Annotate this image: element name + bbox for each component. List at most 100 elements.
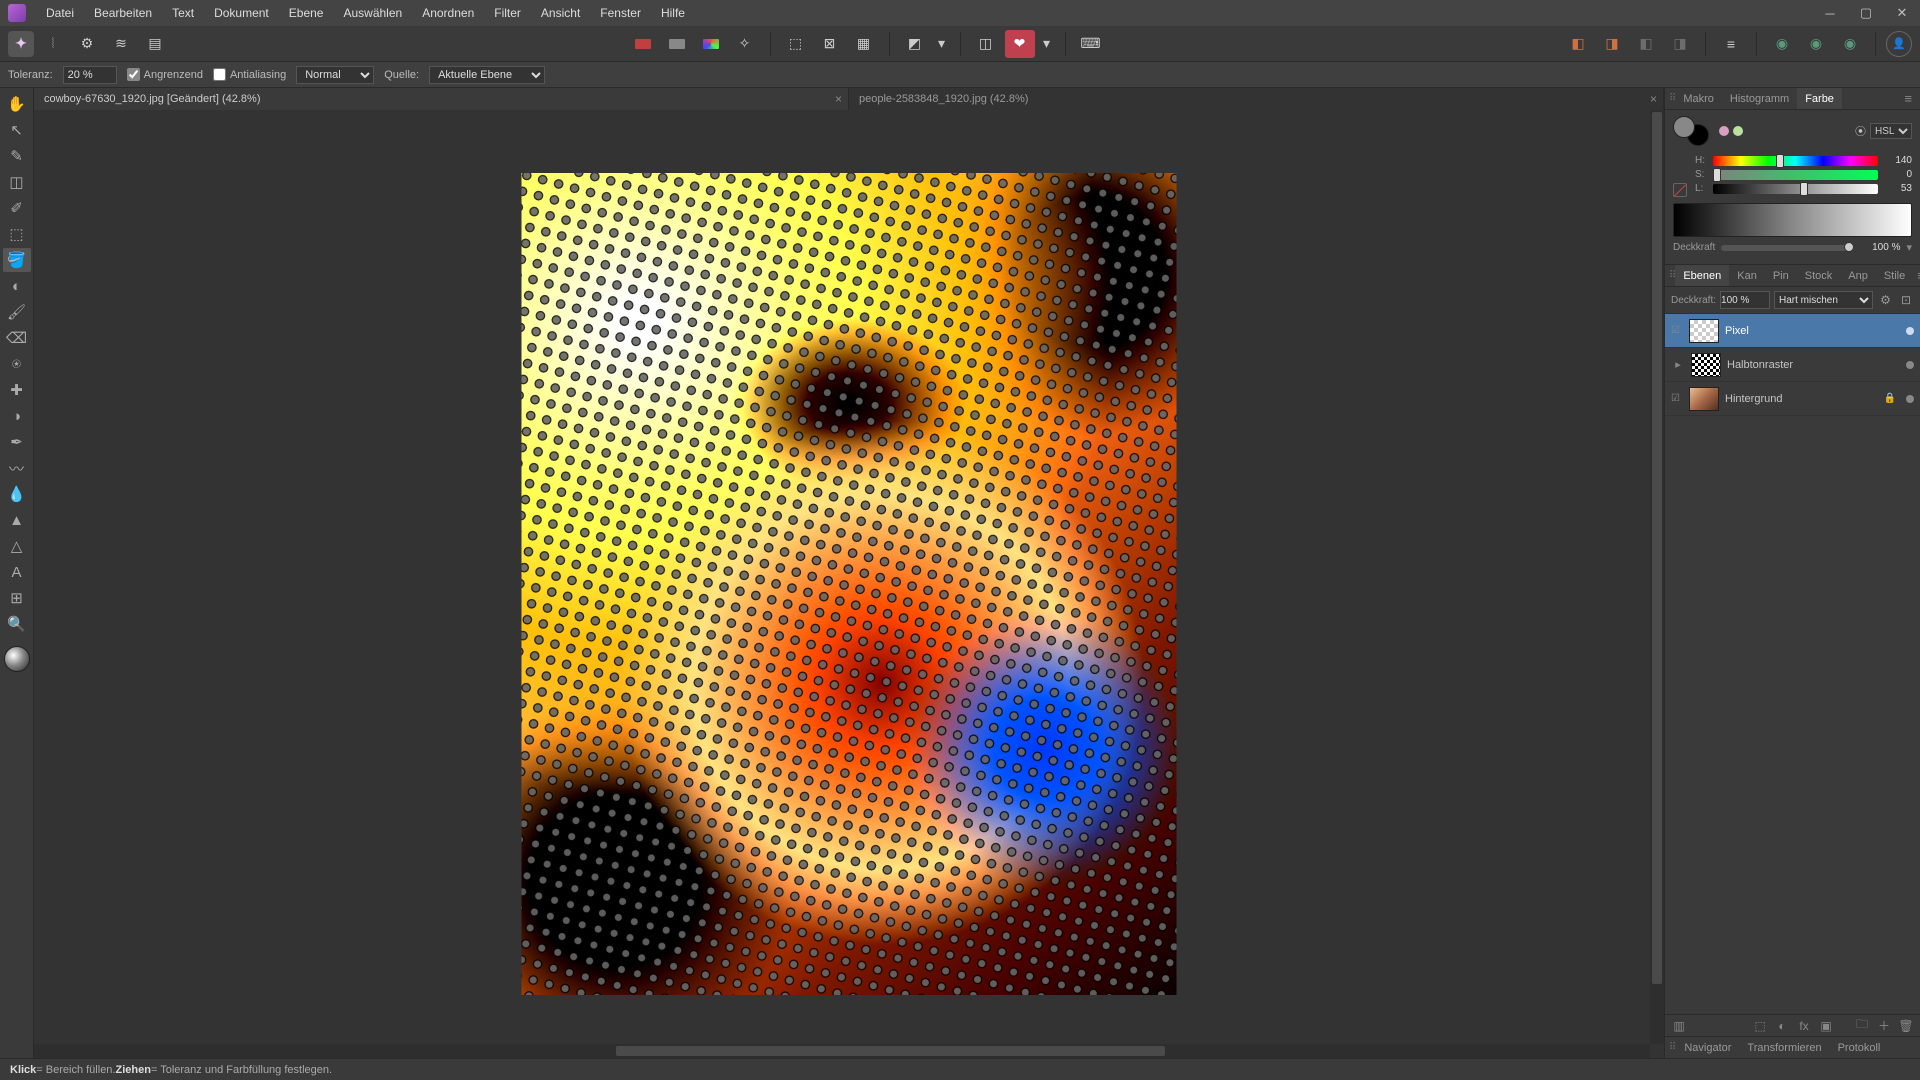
layer-expand-icon[interactable]: ▸ xyxy=(1671,358,1685,371)
layer-visible-dot[interactable] xyxy=(1906,395,1914,403)
arrange-back-icon[interactable]: ◨ xyxy=(1597,30,1627,58)
snapshot-icon[interactable]: ⌨ xyxy=(1076,30,1106,58)
no-color-icon[interactable] xyxy=(1673,183,1687,197)
color-gradient-strip[interactable] xyxy=(1673,203,1912,237)
assistant-dropdown[interactable]: ▾ xyxy=(1039,30,1055,58)
hand-tool[interactable]: ✋ xyxy=(3,92,31,116)
minimize-button[interactable]: ─ xyxy=(1812,0,1848,26)
tab-pinsel[interactable]: Pin xyxy=(1765,265,1797,286)
blur-tool[interactable]: 💧 xyxy=(3,482,31,506)
sync-3-icon[interactable]: ◉ xyxy=(1835,30,1865,58)
color-panel-menu[interactable]: ≡ xyxy=(1900,91,1916,106)
persona-liquify[interactable]: ⦚ xyxy=(38,30,68,58)
tab-stile[interactable]: Stile xyxy=(1876,265,1913,286)
layer-hintergrund[interactable]: ☑ Hintergrund 🔒 xyxy=(1665,382,1920,416)
opacity-slider[interactable] xyxy=(1721,245,1854,251)
layer-visible-dot[interactable] xyxy=(1906,327,1914,335)
mesh-tool[interactable]: ⊞ xyxy=(3,586,31,610)
tab-makro[interactable]: Makro xyxy=(1675,88,1722,109)
source-select[interactable]: Aktuelle Ebene xyxy=(429,66,545,84)
color-swatches[interactable] xyxy=(1673,116,1709,146)
flood-fill-tool[interactable]: 🪣 xyxy=(3,248,31,272)
color-picker-tool[interactable]: ✎ xyxy=(3,144,31,168)
menu-anordnen[interactable]: Anordnen xyxy=(412,0,484,26)
menu-ebene[interactable]: Ebene xyxy=(279,0,334,26)
sharpen-tool[interactable]: ▲ xyxy=(3,508,31,532)
sync-1-icon[interactable]: ◉ xyxy=(1767,30,1797,58)
foreground-color-swatch[interactable] xyxy=(4,646,30,672)
layer-pixel[interactable]: ☑ Pixel xyxy=(1665,314,1920,348)
doc-tab-2-close[interactable]: × xyxy=(1650,92,1657,106)
autolevels-icon[interactable]: ✧ xyxy=(730,30,760,58)
color-model-select[interactable]: HSL xyxy=(1870,123,1912,139)
tab-protokoll[interactable]: Protokoll xyxy=(1830,1042,1889,1054)
arrange-fwd-icon[interactable]: ◧ xyxy=(1631,30,1661,58)
antialias-checkbox[interactable]: Antialiasing xyxy=(213,68,286,81)
erase-tool[interactable]: ⌫ xyxy=(3,326,31,350)
horizontal-scrollbar[interactable] xyxy=(34,1044,1650,1058)
text-tool[interactable]: A xyxy=(3,560,31,584)
layer-delete-icon[interactable]: 🗑 xyxy=(1898,1019,1914,1033)
marquee-tool[interactable]: ⬚ xyxy=(3,222,31,246)
assistant-toggle[interactable]: ❤ xyxy=(1005,30,1035,58)
persona-export[interactable]: ▤ xyxy=(140,30,170,58)
arrange-front-icon[interactable]: ◧ xyxy=(1563,30,1593,58)
blend-mode-select[interactable]: Normal xyxy=(296,66,374,84)
quickmask-button[interactable]: ◩ xyxy=(900,30,930,58)
persona-photo[interactable]: ✦ xyxy=(8,31,34,57)
align-button[interactable]: ≡ xyxy=(1716,30,1746,58)
hue-slider[interactable] xyxy=(1713,156,1878,166)
lock-icon[interactable]: 🔒 xyxy=(1884,393,1896,404)
contiguous-checkbox[interactable]: Angrenzend xyxy=(127,68,203,81)
layer-fx-icon[interactable]: ⬚ xyxy=(1752,1019,1768,1033)
gradient-tool[interactable]: ◐ xyxy=(3,274,31,298)
vertical-scrollbar[interactable] xyxy=(1650,110,1664,1044)
layer-visibility-icon[interactable]: ☑ xyxy=(1671,325,1683,336)
eyedrop-icon[interactable]: ⦿ xyxy=(1855,123,1866,139)
tab-stock[interactable]: Stock xyxy=(1797,265,1841,286)
swatch-rainbow-icon[interactable] xyxy=(696,30,726,58)
doc-tab-1-close[interactable]: × xyxy=(835,92,842,106)
layer-adjust-icon[interactable]: ◐ xyxy=(1774,1019,1790,1033)
brush-tool[interactable]: 🖌 xyxy=(3,300,31,324)
deselect-icon[interactable]: ⊠ xyxy=(815,30,845,58)
persona-tone[interactable]: ≋ xyxy=(106,30,136,58)
doc-tab-2[interactable]: people-2583848_1920.jpg (42.8%) × xyxy=(849,88,1664,110)
layer-live-icon[interactable]: fx xyxy=(1796,1019,1812,1033)
layer-visibility-icon[interactable]: ☑ xyxy=(1671,393,1683,404)
layer-visible-dot[interactable] xyxy=(1906,361,1914,369)
menu-auswaehlen[interactable]: Auswählen xyxy=(333,0,412,26)
panel-grip-icon[interactable]: ⠿ xyxy=(1669,1042,1676,1053)
layer-opacity-input[interactable] xyxy=(1720,291,1770,309)
persona-develop[interactable]: ⚙ xyxy=(72,30,102,58)
zoom-tool[interactable]: 🔍 xyxy=(3,612,31,636)
layer-mask-icon[interactable]: ▥ xyxy=(1671,1019,1687,1033)
account-icon[interactable]: 👤 xyxy=(1886,31,1912,57)
select-all-icon[interactable]: ⬚ xyxy=(781,30,811,58)
layer-add-icon[interactable]: ＋ xyxy=(1876,1017,1892,1034)
tab-ebenen[interactable]: Ebenen xyxy=(1675,265,1729,286)
tab-farbe[interactable]: Farbe xyxy=(1797,88,1842,109)
menu-ansicht[interactable]: Ansicht xyxy=(531,0,590,26)
move-tool[interactable]: ↖ xyxy=(3,118,31,142)
layers-panel-menu[interactable]: ≡ xyxy=(1913,268,1920,283)
shape-tool[interactable]: △ xyxy=(3,534,31,558)
recent-colors[interactable] xyxy=(1719,126,1743,136)
menu-dokument[interactable]: Dokument xyxy=(204,0,279,26)
close-button[interactable]: ✕ xyxy=(1884,0,1920,26)
doc-tab-1[interactable]: cowboy-67630_1920.jpg [Geändert] (42.8%)… xyxy=(34,88,849,110)
opacity-dropdown-icon[interactable]: ▾ xyxy=(1906,241,1912,254)
tab-kanaele[interactable]: Kan xyxy=(1729,265,1765,286)
sync-2-icon[interactable]: ◉ xyxy=(1801,30,1831,58)
layer-blend-select[interactable]: Hart mischen xyxy=(1774,291,1873,309)
menu-filter[interactable]: Filter xyxy=(484,0,531,26)
swatch-red-icon[interactable] xyxy=(628,30,658,58)
crop-icon[interactable]: ◫ xyxy=(971,30,1001,58)
pen-tool[interactable]: ✒ xyxy=(3,430,31,454)
sat-slider[interactable] xyxy=(1713,170,1878,180)
tolerance-input[interactable] xyxy=(63,66,117,84)
smudge-tool[interactable]: 〰 xyxy=(3,456,31,480)
tab-histogramm[interactable]: Histogramm xyxy=(1722,88,1797,109)
arrange-bwd-icon[interactable]: ◨ xyxy=(1665,30,1695,58)
layer-opts-more-icon[interactable]: ⊡ xyxy=(1898,293,1914,307)
